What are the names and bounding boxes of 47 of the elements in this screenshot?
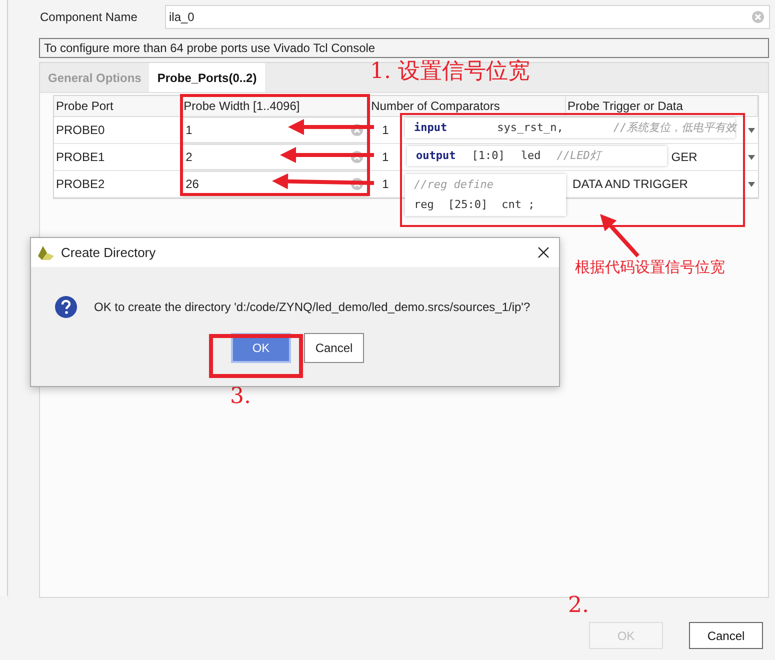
width-field[interactable]: 2 <box>182 144 369 170</box>
step-annotation: 1. 设置信号位宽 <box>370 61 530 83</box>
code-token: //LED灯 <box>556 148 601 164</box>
step-annotation: 3. <box>230 386 251 408</box>
component-name-field[interactable]: ila_0 <box>165 5 770 29</box>
code-token: input <box>414 120 448 136</box>
notice-bar: To configure more than 64 probe ports use Vivado Tcl Console <box>39 38 769 58</box>
logo-icon <box>38 246 54 260</box>
dropdown-caret-icon[interactable] <box>748 128 755 132</box>
table-cell-text: PROBE2 <box>55 176 106 193</box>
clear-icon[interactable] <box>351 124 364 136</box>
dropdown-caret-icon[interactable] <box>748 154 755 160</box>
field-label: Component Name <box>39 9 138 26</box>
code-token: //系统复位，低电平有效 <box>613 120 737 136</box>
clear-icon[interactable] <box>351 178 364 190</box>
dropdown-caret-icon[interactable] <box>748 182 755 186</box>
question-icon <box>55 296 77 318</box>
code-token: sys_rst_n, <box>497 120 564 136</box>
dialog-message: OK to create the directory 'd:/code/ZYNQ/led_demo/led_demo.srcs/sources_1/ip'? <box>94 299 530 316</box>
dialog-button[interactable]: Cancel <box>304 333 364 363</box>
table-cell: DATA AND TRIGGER <box>572 177 688 191</box>
code-token: led <box>520 148 541 164</box>
column-header: Number of Comparators <box>369 96 566 116</box>
code-token: [1:0] <box>472 148 505 164</box>
table-cell-text: PROBE1 <box>55 149 106 166</box>
code-token: [25:0] <box>448 197 488 213</box>
column-header: Probe Width [1..4096] <box>182 96 370 116</box>
column-header: Probe Trigger or Data <box>566 96 758 116</box>
code-token: cnt ; <box>502 197 535 213</box>
step-annotation: 2. <box>568 595 589 617</box>
clear-icon[interactable] <box>350 151 363 163</box>
tab[interactable]: Probe_Ports(0..2) <box>149 63 265 92</box>
table-cell-text: 1 <box>382 176 389 193</box>
note-annotation: 根据代码设置信号位宽 <box>575 260 725 275</box>
table-cell: GER <box>671 150 698 164</box>
dialog-button[interactable]: Cancel <box>689 622 763 649</box>
code-token: output <box>416 148 456 164</box>
close-icon[interactable] <box>538 247 549 258</box>
code-token: reg <box>414 197 434 213</box>
arrow <box>600 214 640 258</box>
code-token: //reg define <box>414 177 494 193</box>
table-cell-text: PROBE0 <box>55 122 106 139</box>
table-cell-text: 1 <box>382 122 389 139</box>
width-field[interactable]: 1 <box>182 117 370 143</box>
dialog-title: Create Directory <box>61 244 157 262</box>
table-cell-text: 1 <box>382 149 389 166</box>
column-header: Probe Port <box>54 96 182 116</box>
